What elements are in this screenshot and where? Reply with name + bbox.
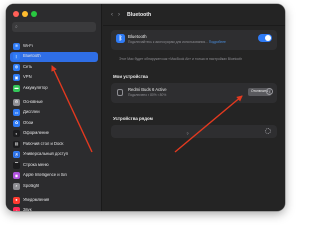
sound-icon: ♪ [13, 207, 20, 211]
spotlight-icon: ⌕ [13, 182, 20, 190]
main-pane: ‹ › Bluetooth ᛒ Bluetooth Подключайтесь … [103, 4, 285, 211]
sidebar-item-spotlight[interactable]: ⌕ Spotlight [10, 181, 98, 191]
sidebar-item-label: Звук [23, 208, 32, 211]
sidebar-item-vpn[interactable]: ▣ VPN [10, 73, 98, 83]
battery-icon: ▬ [13, 84, 20, 92]
bluetooth-card: ᛒ Bluetooth Подключайтесь к аксессуарам … [111, 30, 277, 50]
headphones-icon [117, 89, 123, 96]
siri-icon: ◉ [13, 172, 20, 179]
bluetooth-description-text: Подключайтесь к аксессуарам для использо… [128, 40, 209, 44]
vpn-icon: ▣ [13, 74, 20, 81]
loading-spinner-icon [265, 128, 271, 134]
sidebar-item-label: VPN [23, 75, 32, 80]
help-button[interactable]: ? [183, 130, 192, 138]
sidebar-item-label: Wi-Fi [23, 43, 33, 48]
sidebar-item-dock[interactable]: ▤ Рабочий стол и Dock [10, 139, 98, 149]
back-button[interactable]: ‹ [111, 12, 113, 18]
accessibility-icon: ♿ [13, 151, 20, 158]
sidebar-item-wallpaper[interactable]: ✿ Обои [10, 118, 98, 128]
sidebar-item-label: Основные [23, 99, 43, 104]
info-icon[interactable]: i [266, 88, 273, 95]
menubar-icon: ▔ [13, 161, 20, 169]
sidebar-item-globe[interactable]: ◍ Сеть [10, 62, 98, 72]
device-status: Подключено ▪ 80% ▪ 80% [128, 93, 167, 97]
my-devices-heading: Мои устройства [113, 74, 148, 79]
sidebar-item-notifications[interactable]: ● Уведомления [10, 195, 98, 205]
window-controls [13, 11, 37, 17]
discoverable-note: Этот Mac будет обнаружен как «MacBook Ai… [119, 57, 243, 61]
gear-icon: ⚙ [13, 98, 20, 106]
sidebar: ⌕ ≋ Wi-Fi ᛒ Bluetooth ◍ Сеть ▣ VPN ▬ Аккумулятор ⚙… [6, 4, 102, 211]
search-icon: ⌕ [15, 23, 18, 30]
forward-button[interactable]: › [118, 12, 120, 18]
sidebar-item-display[interactable]: ▭ Дисплеи [10, 108, 98, 118]
nearby-devices-heading: Устройства рядом [113, 116, 153, 121]
learn-more-link[interactable]: Подробнее [209, 40, 226, 44]
settings-window: ⌕ ≋ Wi-Fi ᛒ Bluetooth ◍ Сеть ▣ VPN ▬ Аккумулятор ⚙… [6, 4, 285, 211]
sidebar-item-sound[interactable]: ♪ Звук [10, 206, 98, 211]
sidebar-item-accessibility[interactable]: ♿ Универсальный доступ [10, 150, 98, 160]
sidebar-item-label: Spotlight [23, 183, 40, 188]
zoom-window-button[interactable] [31, 11, 37, 17]
wallpaper-icon: ✿ [13, 119, 20, 127]
sidebar-item-label: Bluetooth [23, 54, 41, 59]
sidebar-item-label: Apple Intelligence и Siri [23, 173, 67, 178]
sidebar-item-label: Обои [23, 120, 34, 125]
sidebar-search-field[interactable]: ⌕ [12, 22, 96, 32]
sidebar-item-label: Аккумулятор [23, 85, 48, 90]
minimize-window-button[interactable] [22, 11, 28, 17]
page-title: Bluetooth [127, 11, 152, 18]
bluetooth-toggle[interactable] [258, 34, 272, 42]
sidebar-item-label: Дисплеи [23, 110, 40, 115]
sidebar-item-gear[interactable]: ⚙ Основные [10, 97, 98, 107]
bluetooth-title: Bluetooth [128, 34, 147, 39]
appearance-icon: ◐ [13, 130, 20, 137]
sidebar-item-label: Рабочий стол и Dock [23, 141, 64, 146]
device-name: Redmi Buds 6 Active [128, 87, 167, 92]
globe-icon: ◍ [13, 63, 20, 71]
notifications-icon: ● [13, 196, 20, 204]
sidebar-item-label: Сеть [23, 64, 33, 69]
sidebar-item-bluetooth[interactable]: ᛒ Bluetooth [10, 51, 98, 62]
sidebar-item-battery[interactable]: ▬ Аккумулятор [10, 83, 98, 93]
close-window-button[interactable] [13, 11, 19, 17]
bluetooth-icon: ᛒ [13, 53, 20, 60]
sidebar-item-label: Универсальный доступ [23, 152, 69, 157]
sidebar-item-label: Уведомления [23, 197, 50, 202]
dock-icon: ▤ [13, 140, 20, 148]
sidebar-item-siri[interactable]: ◉ Apple Intelligence и Siri [10, 171, 98, 181]
sidebar-item-wifi[interactable]: ≋ Wi-Fi [10, 41, 98, 51]
toolbar: ‹ › Bluetooth [103, 4, 285, 26]
display-icon: ▭ [13, 109, 20, 116]
sidebar-item-appearance[interactable]: ◐ Оформление [10, 129, 98, 139]
bluetooth-icon: ᛒ [116, 34, 125, 43]
bluetooth-description: Подключайтесь к аксессуарам для использо… [128, 40, 226, 44]
device-row: Redmi Buds 6 Active Подключено ▪ 80% ▪ 8… [111, 83, 277, 103]
nearby-devices-card [111, 125, 277, 138]
sidebar-item-label: Строка меню [23, 162, 49, 167]
sidebar-list: ≋ Wi-Fi ᛒ Bluetooth ◍ Сеть ▣ VPN ▬ Аккумулятор ⚙ Ос… [10, 41, 98, 211]
sidebar-item-menubar[interactable]: ▔ Строка меню [10, 160, 98, 170]
sidebar-item-label: Оформление [23, 131, 49, 136]
wifi-icon: ≋ [13, 42, 20, 50]
